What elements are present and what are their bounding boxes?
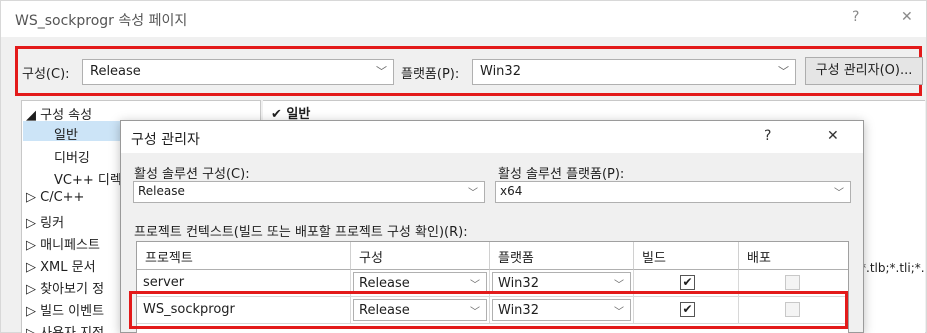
column-header-build[interactable]: 빌드 <box>634 242 739 270</box>
active-solution-platform-label: 활성 솔루션 플랫폼(P): <box>498 167 625 182</box>
tree-item-xml-doc[interactable]: ▷ XML 문서 <box>26 256 96 275</box>
tree-item-cpp[interactable]: ▷ C/C++ <box>26 190 84 205</box>
chevron-down-icon: ﹀ <box>614 280 624 291</box>
chevron-down-icon: ﹀ <box>376 65 387 78</box>
configuration-value: Release <box>90 64 141 79</box>
deploy-checkbox <box>785 275 800 290</box>
tree-item-configuration-properties[interactable]: ◢ 구성 속성 <box>26 104 92 123</box>
tree-item-general[interactable]: 일반 <box>54 124 78 143</box>
configuration-dropdown[interactable]: Release ﹀ <box>82 59 394 85</box>
chevron-down-icon: ﹀ <box>468 188 478 199</box>
dialog-title: 구성 관리자 <box>131 132 200 148</box>
close-icon[interactable]: ✕ <box>901 9 913 25</box>
tree-item-manifest[interactable]: ▷ 매니페스트 <box>26 234 100 253</box>
column-header-deploy[interactable]: 배포 <box>739 242 848 270</box>
project-name: server <box>143 275 185 290</box>
platform-label: 플랫폼(P): <box>401 67 460 82</box>
active-solution-config-label: 활성 솔루션 구성(C): <box>134 167 250 182</box>
property-value-snippet: *.tlb;*.tli;*. <box>860 261 925 275</box>
column-header-platform[interactable]: 플랫폼 <box>490 242 634 270</box>
row-config-value: Release <box>359 276 410 291</box>
annotation-highlight-box <box>129 291 848 329</box>
tree-item-browse[interactable]: ▷ 찾아보기 정 <box>26 278 104 297</box>
platform-value: Win32 <box>480 64 521 79</box>
window-title: WS_sockprogr 속성 페이지 <box>15 13 188 29</box>
tree-item-custom-build[interactable]: ▷ 사용자 지정 <box>26 322 104 333</box>
chevron-down-icon: ﹀ <box>834 188 844 199</box>
window-titlebar: WS_sockprogr 속성 페이지 ? ✕ <box>1 1 926 37</box>
active-solution-platform-dropdown[interactable]: x64 ﹀ <box>495 181 851 203</box>
chevron-down-icon: ﹀ <box>778 65 789 78</box>
platform-dropdown[interactable]: Win32 ﹀ <box>472 59 796 85</box>
column-header-config[interactable]: 구성 <box>351 242 490 270</box>
help-icon[interactable]: ? <box>764 128 771 144</box>
column-header-project[interactable]: 프로젝트 <box>137 242 351 270</box>
dialog-titlebar: 구성 관리자 ? ✕ <box>121 121 863 153</box>
tree-item-linker[interactable]: ▷ 링커 <box>26 212 64 231</box>
active-solution-config-dropdown[interactable]: Release ﹀ <box>133 181 485 203</box>
tree-item-debugging[interactable]: 디버깅 <box>54 147 90 166</box>
configuration-label: 구성(C): <box>22 67 70 82</box>
tree-item-build-events[interactable]: ▷ 빌드 이벤트 <box>26 300 104 319</box>
active-solution-config-value: Release <box>138 184 185 198</box>
configuration-bar: 구성(C): Release ﹀ 플랫폼(P): Win32 ﹀ 구성 관리자(… <box>15 46 923 96</box>
chevron-down-icon: ﹀ <box>470 280 480 291</box>
help-icon[interactable]: ? <box>852 9 859 25</box>
row-platform-value: Win32 <box>498 276 539 291</box>
project-contexts-label: 프로젝트 컨텍스트(빌드 또는 배포할 프로젝트 구성 확인)(R): <box>134 225 468 240</box>
close-icon[interactable]: ✕ <box>827 128 839 144</box>
active-solution-platform-value: x64 <box>500 184 523 198</box>
tree-item-vc-directories[interactable]: VC++ 디렉 <box>54 169 122 188</box>
build-checkbox[interactable]: ✔ <box>680 275 695 290</box>
configuration-manager-button[interactable]: 구성 관리자(O)... <box>805 57 923 85</box>
